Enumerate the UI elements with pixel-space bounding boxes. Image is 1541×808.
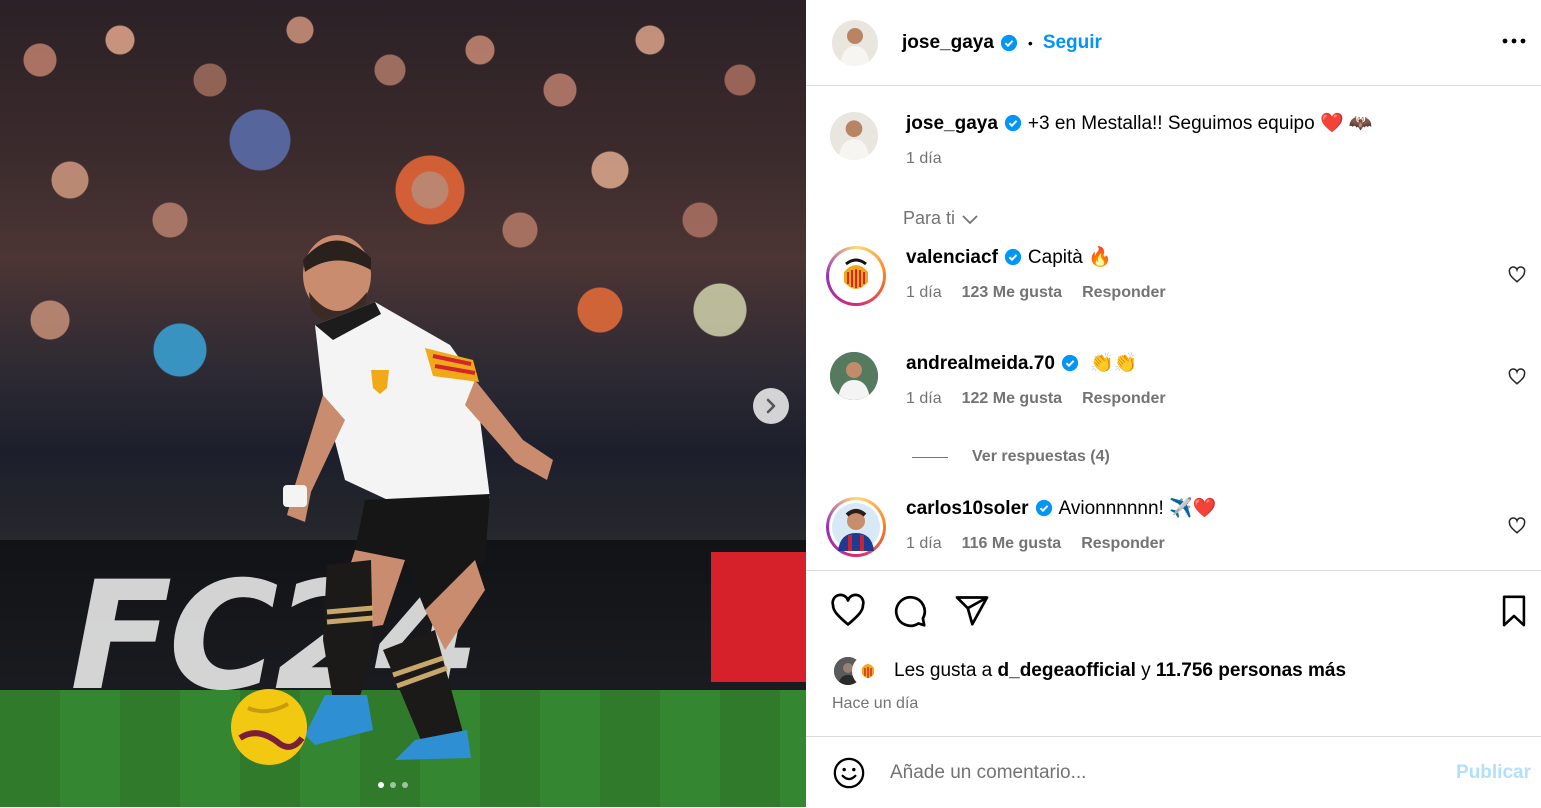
caption-text: +3 en Mestalla!! Seguimos equipo bbox=[1027, 113, 1315, 134]
chevron-right-icon bbox=[766, 398, 776, 414]
comment-sort-dropdown[interactable]: Para ti bbox=[903, 208, 979, 229]
reply-button[interactable]: Responder bbox=[1082, 390, 1166, 408]
author-avatar[interactable] bbox=[832, 19, 878, 66]
reply-button[interactable]: Responder bbox=[1082, 284, 1166, 302]
view-replies-button[interactable]: Ver respuestas (4) bbox=[912, 448, 1110, 466]
comment-time: 1 día bbox=[906, 535, 942, 552]
carousel-dot bbox=[390, 782, 396, 788]
replies-divider bbox=[912, 456, 948, 458]
bookmark-icon bbox=[1502, 595, 1526, 627]
ad-board-red-panel bbox=[711, 552, 806, 682]
comment-text: Avionnnnnn! bbox=[1058, 498, 1164, 519]
caption-username[interactable]: jose_gaya bbox=[906, 113, 998, 134]
liker-username[interactable]: d_degeaofficial bbox=[998, 660, 1136, 682]
player-figure bbox=[283, 235, 553, 760]
comment-item: andrealmeida.70 👏👏 1 día 122 Me gusta Re… bbox=[830, 352, 1532, 408]
carousel-dot-active bbox=[378, 782, 384, 788]
emoji-picker-icon[interactable] bbox=[832, 756, 866, 790]
caption-time: 1 día bbox=[906, 150, 942, 167]
view-replies-label: Ver respuestas (4) bbox=[972, 448, 1110, 465]
header-separator: • bbox=[1027, 34, 1033, 51]
chevron-down-icon bbox=[962, 214, 978, 224]
verified-badge-icon bbox=[1035, 499, 1052, 517]
reply-button[interactable]: Responder bbox=[1081, 535, 1165, 553]
comment-avatar[interactable] bbox=[830, 352, 878, 400]
likes-others-link[interactable]: 11.756 personas más bbox=[1156, 660, 1346, 682]
likes-joiner: y bbox=[1141, 660, 1151, 681]
heart-icon bbox=[831, 593, 865, 626]
comment-sort-label: Para ti bbox=[903, 208, 956, 228]
liker-avatars bbox=[832, 655, 884, 687]
likes-prefix: Les gusta a bbox=[894, 660, 993, 681]
comment-emoji: 🔥 bbox=[1088, 247, 1112, 268]
post-header: jose_gaya • Seguir bbox=[806, 0, 1541, 86]
post-actions: Les gusta a d_degeaofficial y 11.756 per… bbox=[806, 570, 1541, 736]
like-button[interactable] bbox=[830, 593, 866, 634]
likes-summary: Les gusta a d_degeaofficial y 11.756 per… bbox=[832, 655, 1346, 687]
author-username[interactable]: jose_gaya bbox=[902, 32, 994, 54]
post-caption: jose_gaya +3 en Mestalla!! Seguimos equip… bbox=[830, 112, 1373, 168]
carousel-indicator bbox=[378, 782, 408, 788]
comment-item: valenciacf Capità 🔥 1 día 123 Me gusta Re… bbox=[826, 246, 1532, 306]
author-avatar[interactable] bbox=[830, 112, 878, 160]
carousel-dot bbox=[402, 782, 408, 788]
post-timestamp: Hace un día bbox=[832, 695, 919, 712]
post-side-panel: jose_gaya • Seguir jose_gaya +3 en Mestal… bbox=[806, 0, 1541, 807]
verified-badge-icon bbox=[1004, 248, 1022, 266]
comment-username[interactable]: andrealmeida.70 bbox=[906, 353, 1055, 374]
comment-time: 1 día bbox=[906, 284, 942, 301]
comment-input[interactable] bbox=[888, 760, 1412, 785]
save-button[interactable] bbox=[1497, 593, 1531, 634]
share-button[interactable] bbox=[954, 593, 990, 634]
like-comment-heart-icon[interactable] bbox=[1508, 266, 1526, 284]
post-photo: FC24 bbox=[0, 0, 806, 807]
verified-badge-icon bbox=[1000, 34, 1018, 51]
comments-section[interactable]: jose_gaya +3 en Mestalla!! Seguimos equip… bbox=[806, 86, 1541, 570]
publish-button[interactable]: Publicar bbox=[1456, 762, 1531, 784]
comment-avatar[interactable] bbox=[826, 246, 886, 306]
like-comment-heart-icon[interactable] bbox=[1508, 368, 1526, 386]
carousel-next-button[interactable] bbox=[753, 388, 789, 424]
comment-button[interactable] bbox=[892, 593, 928, 634]
more-options-icon[interactable] bbox=[1501, 28, 1527, 54]
comment-likes[interactable]: 116 Me gusta bbox=[962, 535, 1062, 553]
comment-emoji: ✈️❤️ bbox=[1169, 498, 1217, 519]
liker-avatar[interactable] bbox=[852, 655, 884, 687]
comment-username[interactable]: valenciacf bbox=[906, 247, 998, 268]
comment-text: Capità bbox=[1027, 247, 1083, 268]
comment-likes[interactable]: 122 Me gusta bbox=[962, 390, 1062, 408]
comment-bubble-icon bbox=[894, 595, 927, 628]
comment-composer: Publicar bbox=[806, 736, 1541, 808]
football bbox=[231, 689, 307, 765]
comment-item: carlos10soler Avionnnnnn! ✈️❤️ 1 día 116 … bbox=[826, 497, 1532, 557]
paper-plane-icon bbox=[955, 596, 989, 626]
comment-emoji: 👏👏 bbox=[1090, 353, 1138, 374]
verified-badge-icon bbox=[1061, 354, 1079, 372]
follow-button[interactable]: Seguir bbox=[1043, 32, 1102, 54]
like-comment-heart-icon[interactable] bbox=[1508, 517, 1526, 535]
comment-likes[interactable]: 123 Me gusta bbox=[962, 284, 1062, 302]
comment-username[interactable]: carlos10soler bbox=[906, 498, 1029, 519]
comment-avatar[interactable] bbox=[826, 497, 886, 557]
comment-time: 1 día bbox=[906, 390, 942, 407]
verified-badge-icon bbox=[1004, 114, 1022, 132]
caption-emoji: ❤️ 🦇 bbox=[1319, 113, 1373, 134]
